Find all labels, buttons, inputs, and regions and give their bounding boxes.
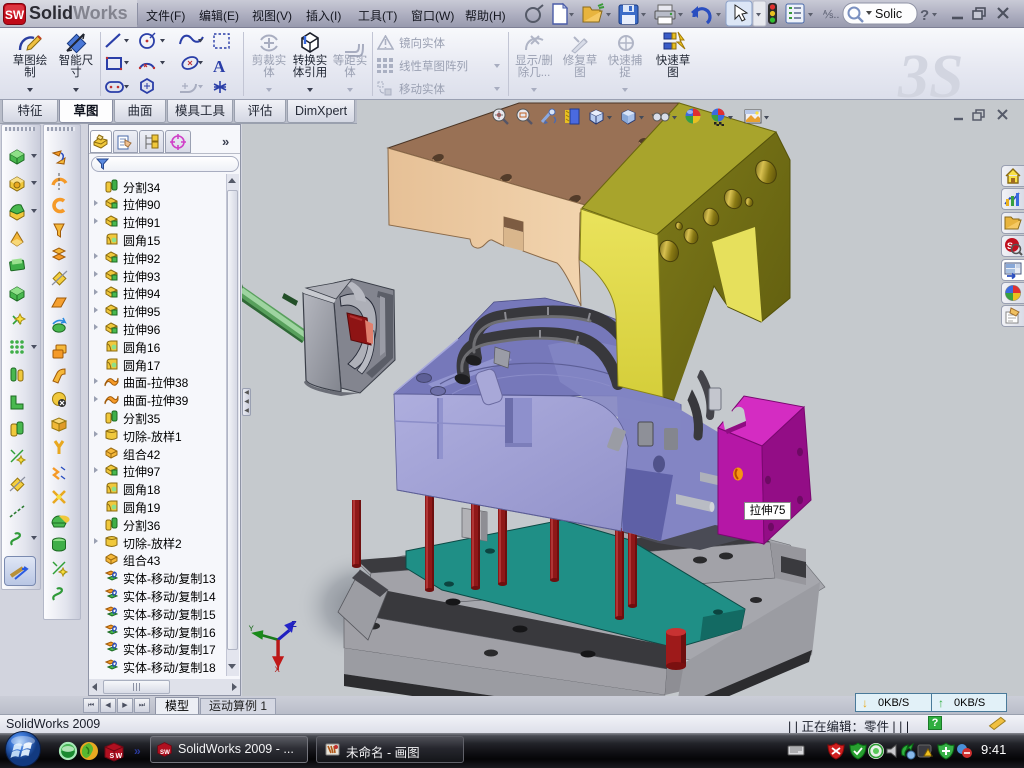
svg-text:A: A xyxy=(213,57,226,76)
svg-text:?: ? xyxy=(920,7,929,24)
svg-text:⅍..: ⅍.. xyxy=(822,9,839,21)
svg-text:Z: Z xyxy=(291,619,297,630)
svg-text:»: » xyxy=(134,744,141,758)
svg-text:Y: Y xyxy=(249,624,255,634)
svg-text:!: ! xyxy=(931,751,933,757)
svg-text:S: S xyxy=(110,753,115,760)
svg-text:Solic: Solic xyxy=(875,7,902,21)
svg-text:W: W xyxy=(116,753,123,760)
svg-text:X: X xyxy=(275,665,281,672)
svg-text:SW: SW xyxy=(5,8,25,22)
svg-text:SW: SW xyxy=(160,750,170,756)
